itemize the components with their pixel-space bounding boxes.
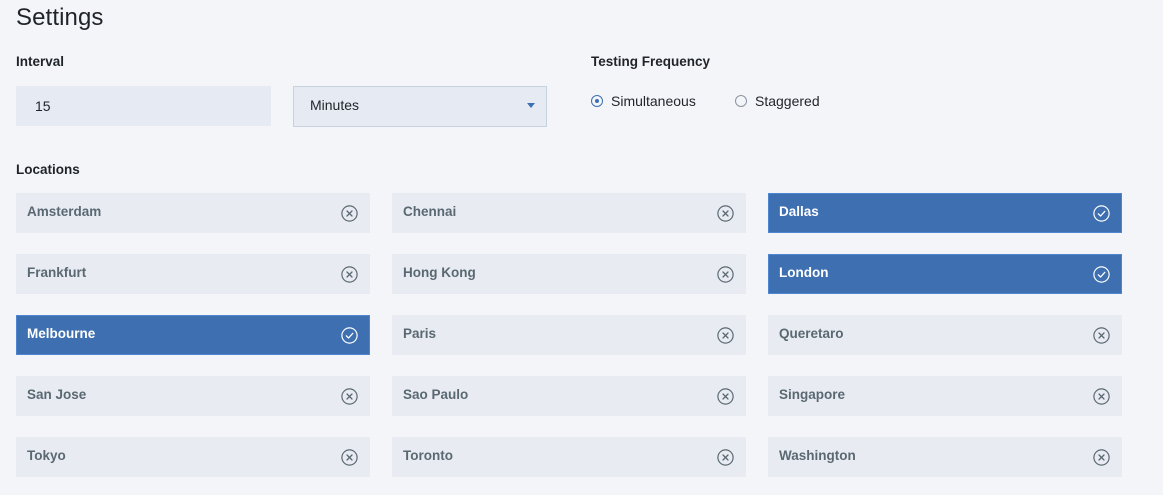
checkmark-circle-icon — [341, 327, 358, 344]
location-name: Toronto — [403, 448, 453, 463]
radio-staggered[interactable]: Staggered — [735, 92, 820, 110]
chevron-down-icon — [527, 103, 535, 108]
close-circle-icon — [717, 327, 734, 344]
location-name: Tokyo — [27, 448, 66, 463]
radio-simultaneous[interactable]: Simultaneous — [591, 92, 696, 110]
location-tile[interactable]: Chennai — [392, 193, 746, 233]
close-circle-icon — [1093, 388, 1110, 405]
location-name: London — [779, 265, 829, 280]
location-tile[interactable]: Tokyo — [16, 437, 370, 477]
checkmark-circle-icon — [1093, 266, 1110, 283]
close-circle-icon — [341, 388, 358, 405]
location-name: Frankfurt — [27, 265, 87, 280]
close-circle-icon — [717, 388, 734, 405]
location-tile[interactable]: Washington — [768, 437, 1122, 477]
location-tile[interactable]: London — [768, 254, 1122, 294]
location-name: Queretaro — [779, 326, 844, 341]
location-tile[interactable]: Toronto — [392, 437, 746, 477]
radio-label-simultaneous: Simultaneous — [611, 93, 696, 109]
radio-button-checked — [591, 95, 603, 107]
location-tile[interactable]: Singapore — [768, 376, 1122, 416]
radio-button-unchecked — [735, 95, 747, 107]
location-tile[interactable]: San Jose — [16, 376, 370, 416]
close-circle-icon — [717, 449, 734, 466]
interval-input[interactable] — [16, 86, 271, 126]
interval-label: Interval — [16, 54, 65, 69]
location-name: Sao Paulo — [403, 387, 469, 402]
location-name: Melbourne — [27, 326, 96, 341]
page-title: Settings — [16, 4, 104, 31]
location-name: Chennai — [403, 204, 457, 219]
location-tile[interactable]: Frankfurt — [16, 254, 370, 294]
location-name: Amsterdam — [27, 204, 102, 219]
locations-label: Locations — [16, 162, 80, 177]
location-name: San Jose — [27, 387, 87, 402]
location-tile[interactable]: Queretaro — [768, 315, 1122, 355]
location-name: Washington — [779, 448, 856, 463]
close-circle-icon — [341, 449, 358, 466]
location-tile[interactable]: Paris — [392, 315, 746, 355]
radio-label-staggered: Staggered — [755, 93, 820, 109]
location-tile[interactable]: Sao Paulo — [392, 376, 746, 416]
close-circle-icon — [341, 205, 358, 222]
location-name: Singapore — [779, 387, 846, 402]
testing-frequency-label: Testing Frequency — [591, 54, 711, 69]
location-name: Dallas — [779, 204, 819, 219]
location-tile[interactable]: Hong Kong — [392, 254, 746, 294]
close-circle-icon — [1093, 327, 1110, 344]
location-tile[interactable]: Dallas — [768, 193, 1122, 233]
close-circle-icon — [717, 205, 734, 222]
close-circle-icon — [341, 266, 358, 283]
location-tile[interactable]: Amsterdam — [16, 193, 370, 233]
checkmark-circle-icon — [1093, 205, 1110, 222]
location-tile[interactable]: Melbourne — [16, 315, 370, 355]
interval-unit-value: Minutes — [310, 97, 360, 113]
location-name: Hong Kong — [403, 265, 476, 280]
close-circle-icon — [717, 266, 734, 283]
close-circle-icon — [1093, 449, 1110, 466]
location-name: Paris — [403, 326, 437, 341]
interval-unit-select[interactable]: Minutes — [293, 86, 547, 127]
